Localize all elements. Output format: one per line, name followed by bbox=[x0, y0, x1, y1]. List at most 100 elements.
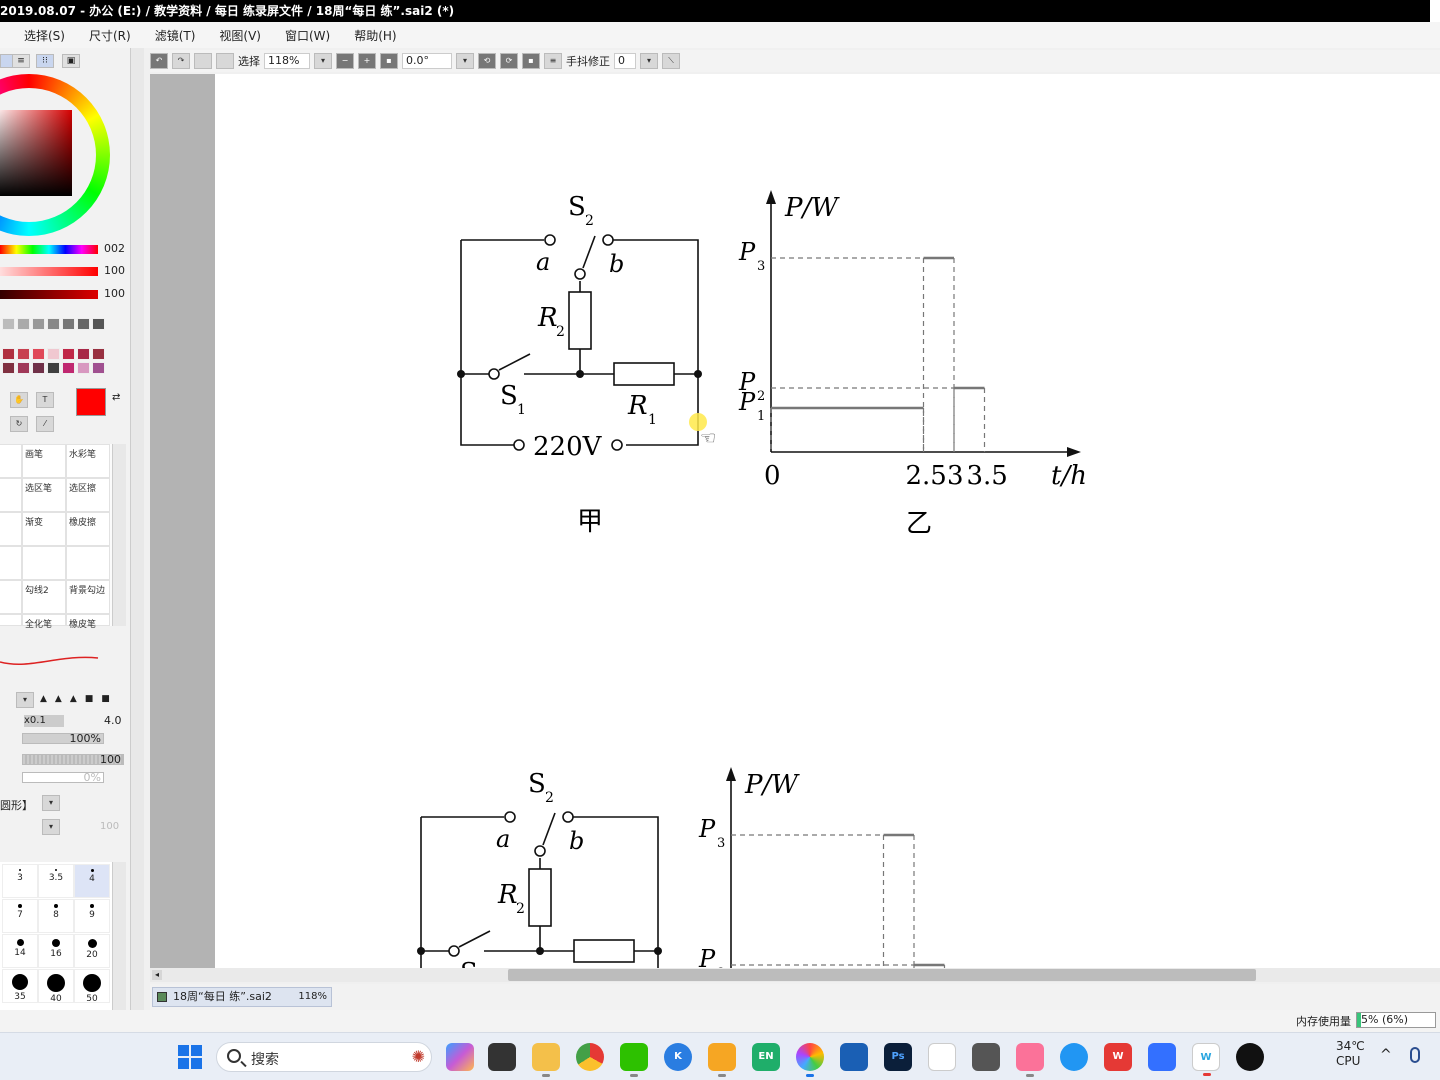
angle-dropdown[interactable]: ▾ bbox=[456, 53, 474, 69]
rotate-tool-icon[interactable]: ↻ bbox=[10, 416, 28, 432]
brush-item[interactable] bbox=[22, 546, 66, 580]
blend-slider[interactable]: 0% bbox=[22, 772, 104, 783]
bilibili-icon[interactable] bbox=[1016, 1043, 1044, 1077]
chat-app-icon[interactable] bbox=[1060, 1043, 1088, 1071]
shape-dropdown[interactable]: ▾ bbox=[16, 692, 34, 708]
brush-size-cell[interactable]: 3 bbox=[2, 864, 38, 898]
brush-item[interactable] bbox=[0, 580, 22, 614]
chevron-up-icon[interactable]: ^ bbox=[1380, 1047, 1392, 1063]
brush-item[interactable]: 渐变 bbox=[22, 512, 66, 546]
swatch[interactable] bbox=[2, 348, 15, 360]
chrome-icon[interactable] bbox=[576, 1043, 604, 1071]
rotate-left-button[interactable]: ⟲ bbox=[478, 53, 496, 69]
brush-size-cell[interactable]: 7 bbox=[2, 899, 38, 933]
density-slider[interactable]: 100% bbox=[22, 733, 104, 744]
rotate-reset-button[interactable]: ▪ bbox=[522, 53, 540, 69]
gift-app-icon[interactable] bbox=[708, 1043, 736, 1077]
hsv-slider-tab[interactable]: ⁝⁝ bbox=[36, 54, 54, 68]
w-app-icon[interactable]: W bbox=[1192, 1043, 1220, 1076]
swatch[interactable] bbox=[2, 362, 15, 374]
primary-color-swatch[interactable] bbox=[76, 388, 106, 416]
zoom-out-button[interactable]: − bbox=[336, 53, 354, 69]
zoom-dropdown[interactable]: ▾ bbox=[314, 53, 332, 69]
swatch[interactable] bbox=[62, 348, 75, 360]
brush-size-cell[interactable]: 14 bbox=[2, 934, 38, 968]
swatch[interactable] bbox=[17, 348, 30, 360]
swatch[interactable] bbox=[77, 318, 90, 330]
brush-size-cell[interactable]: 8 bbox=[38, 899, 74, 933]
copilot-icon[interactable] bbox=[446, 1043, 474, 1071]
brush-item[interactable]: 背景勾边 bbox=[66, 580, 110, 614]
task-view-icon[interactable] bbox=[488, 1043, 516, 1071]
microphone-icon[interactable] bbox=[1410, 1047, 1420, 1063]
taskbar-search[interactable]: 搜索 ✺ bbox=[216, 1042, 432, 1072]
brush-size-cell[interactable]: 35 bbox=[2, 969, 38, 1003]
canvas-horizontal-scrollbar[interactable]: ◂ bbox=[150, 968, 1440, 982]
wps-icon[interactable]: W bbox=[1104, 1043, 1132, 1071]
size-multiplier[interactable]: x0.1 bbox=[24, 715, 64, 727]
swatch[interactable] bbox=[47, 318, 60, 330]
brush-item[interactable] bbox=[0, 444, 22, 478]
undo-button[interactable]: ↶ bbox=[150, 53, 168, 69]
zoom-field[interactable]: 118% bbox=[264, 53, 310, 69]
menu-help[interactable]: 帮助(H) bbox=[342, 27, 408, 44]
brush-item[interactable] bbox=[0, 478, 22, 512]
texture-dropdown[interactable]: ▾ bbox=[42, 819, 60, 835]
k-app-icon[interactable]: K bbox=[664, 1043, 692, 1071]
swatch[interactable] bbox=[17, 318, 30, 330]
brush-item[interactable]: 全化笔 bbox=[22, 614, 66, 630]
brush-item[interactable] bbox=[0, 512, 22, 546]
brush-size-cell[interactable]: 3.5 bbox=[38, 864, 74, 898]
stabilizer-dropdown[interactable]: ▾ bbox=[640, 53, 658, 69]
swatch[interactable] bbox=[2, 318, 15, 330]
scroll-thumb[interactable] bbox=[508, 969, 1256, 981]
brush-item[interactable]: 橡皮擦 bbox=[66, 512, 110, 546]
brush-grid-scrollbar[interactable] bbox=[112, 444, 126, 626]
swatch[interactable] bbox=[47, 348, 60, 360]
start-button[interactable] bbox=[178, 1045, 202, 1069]
eyedropper-icon[interactable]: ⁄ bbox=[36, 416, 54, 432]
saturation-slider[interactable]: 100 bbox=[0, 264, 130, 278]
brush-size-cell[interactable]: 9 bbox=[74, 899, 110, 933]
pen-pressure-button[interactable]: ⟍ bbox=[662, 53, 680, 69]
size-grid-scrollbar[interactable] bbox=[112, 862, 126, 1010]
menu-window[interactable]: 窗口(W) bbox=[273, 27, 342, 44]
qq-icon[interactable] bbox=[1236, 1043, 1264, 1071]
value-slider[interactable]: 100 bbox=[0, 287, 130, 301]
brush-item[interactable]: 橡皮笔 bbox=[66, 614, 110, 630]
swatch[interactable] bbox=[92, 348, 105, 360]
brush-item[interactable]: 勾线2 bbox=[22, 580, 66, 614]
hue-slider[interactable]: 002 bbox=[0, 242, 130, 256]
texture-slider[interactable]: 100 bbox=[22, 754, 124, 765]
saturation-slider-track[interactable] bbox=[0, 267, 98, 276]
hue-slider-track[interactable] bbox=[0, 245, 98, 254]
swatch[interactable] bbox=[77, 362, 90, 374]
swatch[interactable] bbox=[92, 362, 105, 374]
wechat-icon[interactable] bbox=[620, 1043, 648, 1077]
left-panel-scrollbar[interactable] bbox=[130, 48, 144, 1010]
file-explorer-icon[interactable] bbox=[532, 1043, 560, 1077]
invert-selection-button[interactable] bbox=[216, 53, 234, 69]
swatch[interactable] bbox=[32, 348, 45, 360]
menu-select[interactable]: 选择(S) bbox=[12, 27, 77, 44]
deselect-button[interactable] bbox=[194, 53, 212, 69]
menu-view[interactable]: 视图(V) bbox=[207, 27, 273, 44]
netease-icon[interactable] bbox=[840, 1043, 868, 1071]
brush-item[interactable]: 模糊 bbox=[0, 614, 22, 626]
swap-colors-icon[interactable]: ⇄ bbox=[112, 392, 120, 403]
rgb-slider-tab[interactable]: ≡ bbox=[12, 54, 30, 68]
menu-filter[interactable]: 滤镜(T) bbox=[143, 27, 208, 44]
menu-size[interactable]: 尺寸(R) bbox=[77, 27, 143, 44]
stabilizer-field[interactable]: 0 bbox=[614, 53, 636, 69]
saturation-value-square[interactable] bbox=[0, 110, 72, 196]
canvas-area[interactable]: S 2 a b R 2 S 1 R 1 220V 甲 乙 P/W P 1 P 2 P 3 0 2… bbox=[150, 74, 1440, 968]
swatch[interactable] bbox=[92, 318, 105, 330]
swatch[interactable] bbox=[62, 362, 75, 374]
brush-item[interactable]: 画笔 bbox=[22, 444, 66, 478]
hand-tool-icon[interactable]: ✋ bbox=[10, 392, 28, 408]
brush-item[interactable] bbox=[0, 546, 22, 580]
swatch[interactable] bbox=[62, 318, 75, 330]
brush-item[interactable] bbox=[66, 546, 110, 580]
brush-size-cell[interactable]: 50 bbox=[74, 969, 110, 1004]
flip-button[interactable]: ≡ bbox=[544, 53, 562, 69]
